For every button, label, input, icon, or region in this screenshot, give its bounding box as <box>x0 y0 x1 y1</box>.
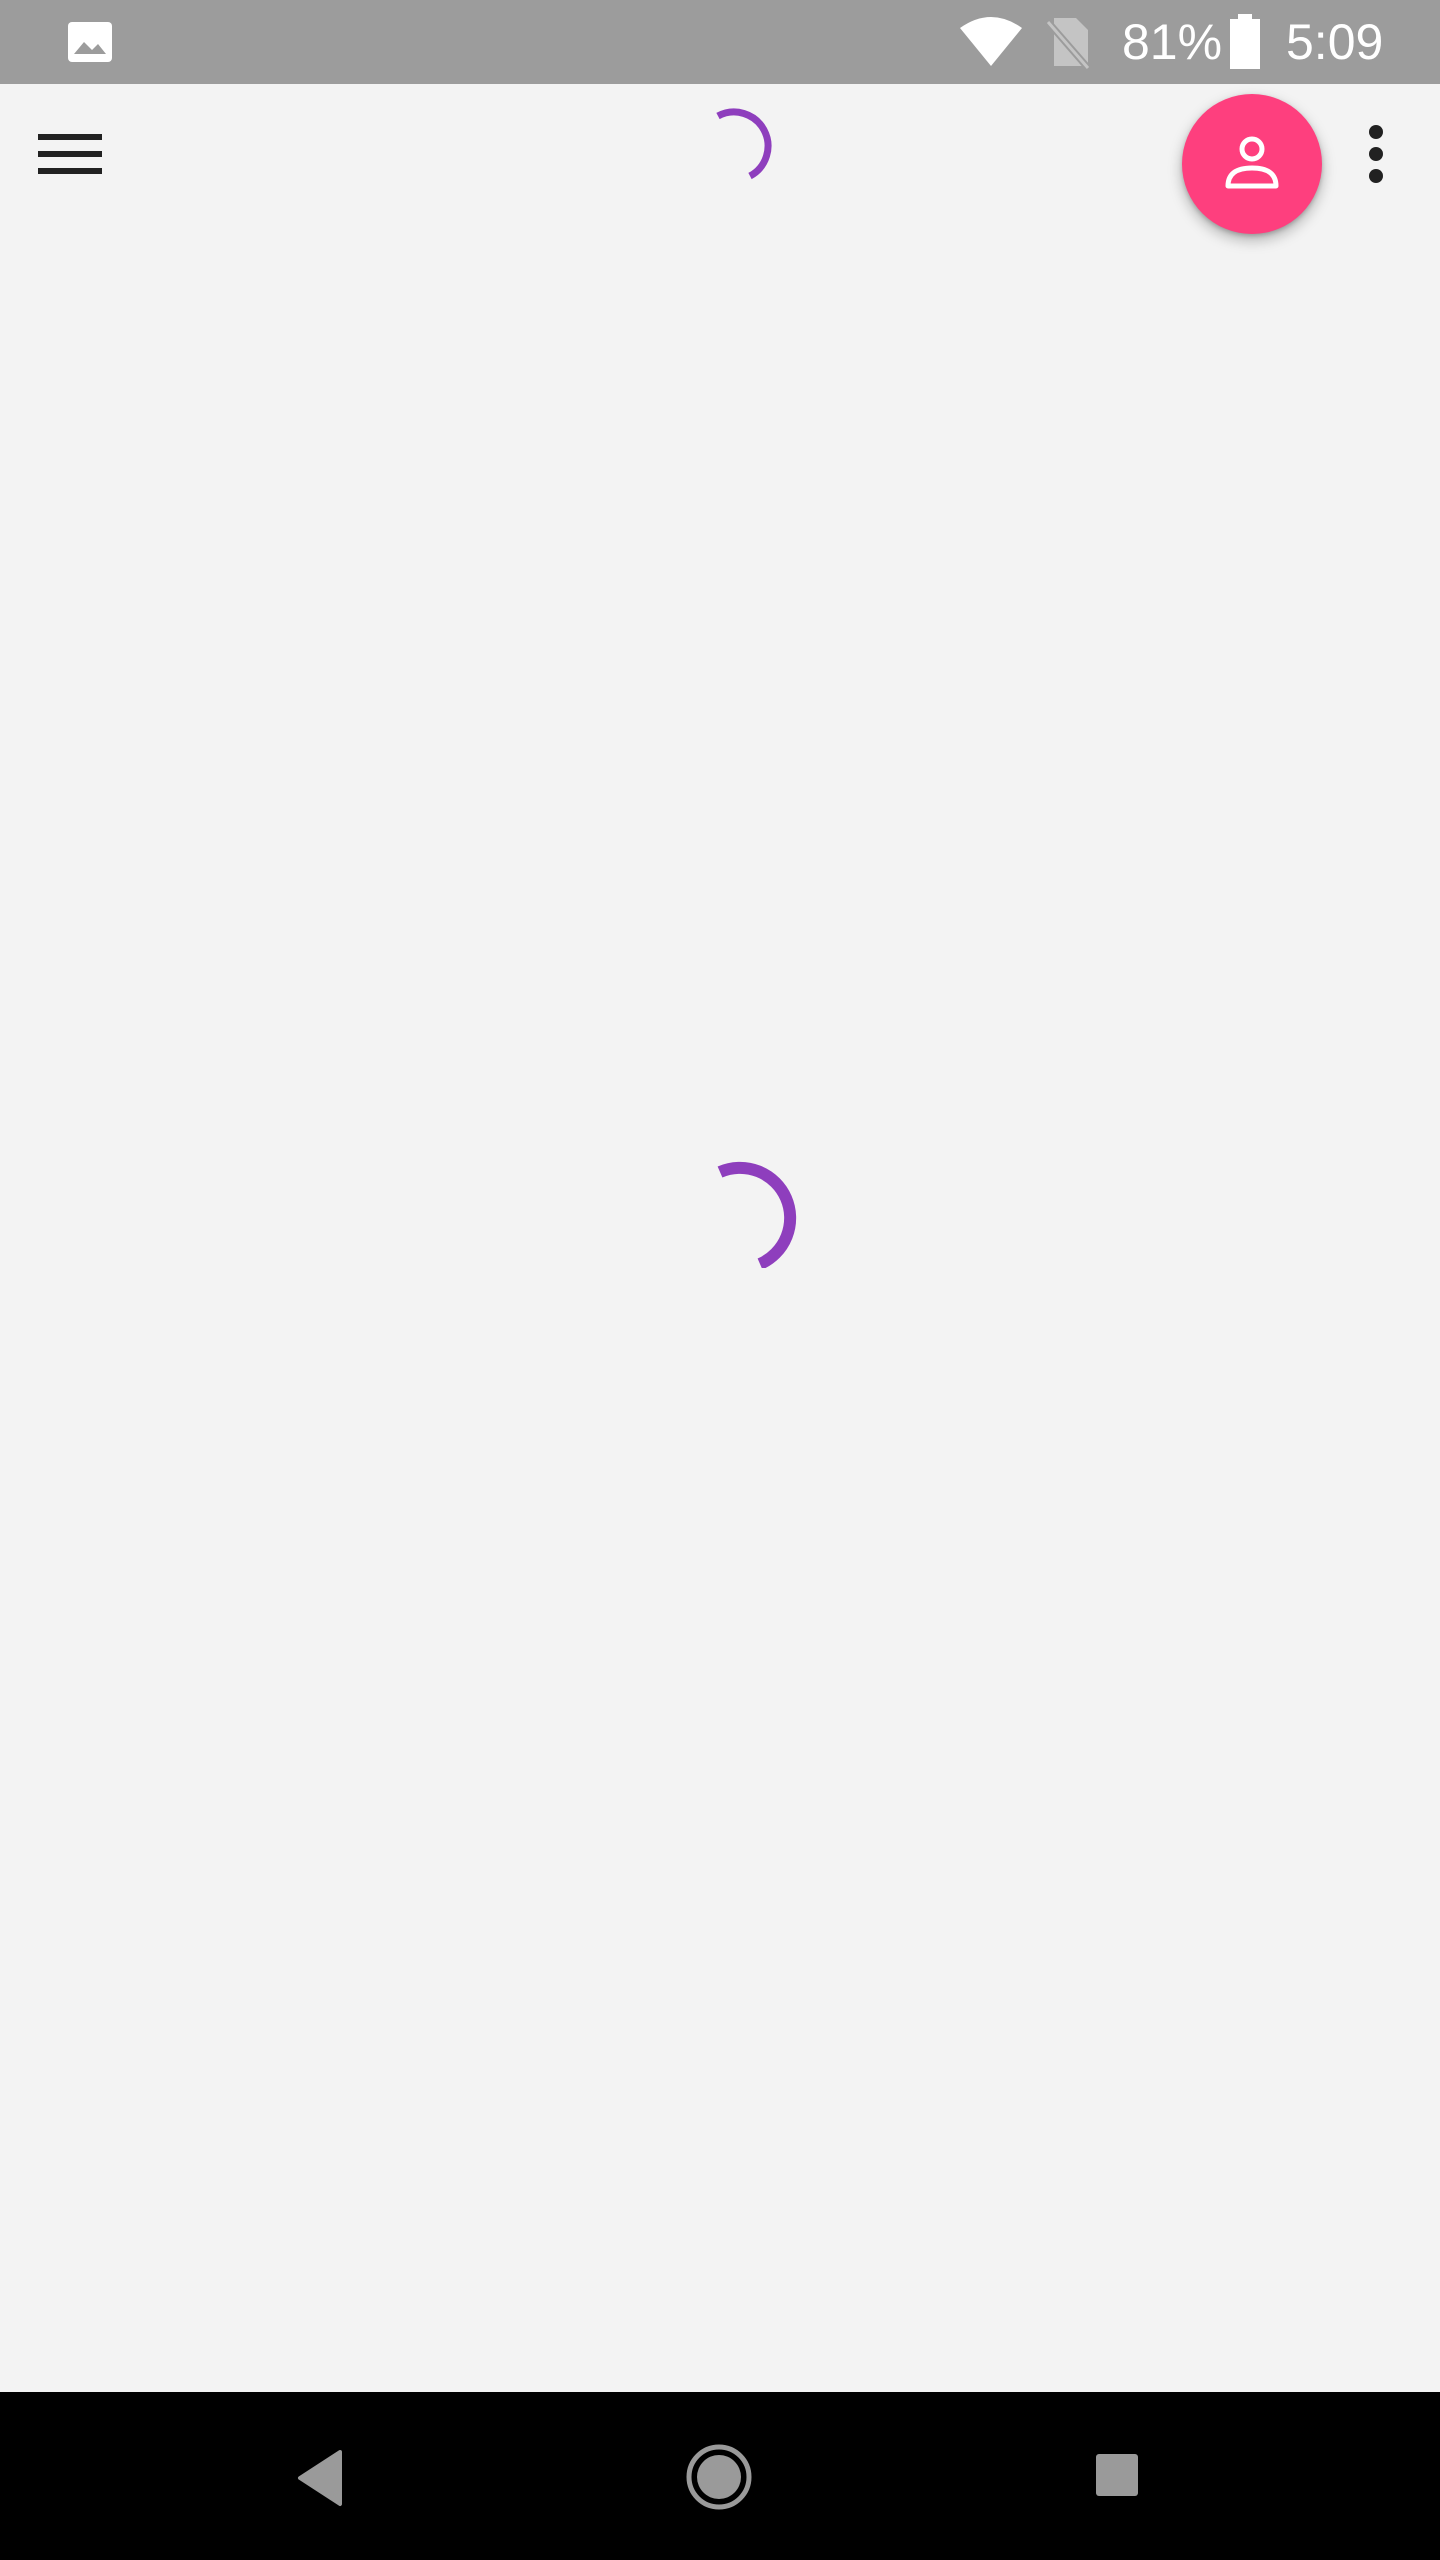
wifi-icon <box>960 17 1022 66</box>
loading-spinner-icon <box>717 1161 797 1268</box>
recents-icon[interactable] <box>1094 2452 1140 2498</box>
battery-percent: 81% <box>1122 14 1223 70</box>
more-vert-icon <box>1369 125 1383 183</box>
loading-spinner-icon <box>716 108 772 180</box>
account-button[interactable] <box>1182 94 1322 234</box>
overflow-menu-button[interactable] <box>1350 116 1402 192</box>
hamburger-menu-icon <box>38 134 102 174</box>
status-bar: 81% 5:09 <box>0 0 1440 84</box>
battery-icon <box>1230 14 1260 69</box>
system-nav-bar <box>0 2392 1440 2560</box>
status-time: 5:09 <box>1286 14 1384 70</box>
menu-button[interactable] <box>20 108 120 200</box>
no-sim-icon <box>1045 18 1091 70</box>
back-icon[interactable] <box>292 2446 348 2510</box>
gallery-image-icon <box>68 22 112 62</box>
account-person-icon <box>1225 136 1279 189</box>
home-icon[interactable] <box>684 2442 754 2512</box>
